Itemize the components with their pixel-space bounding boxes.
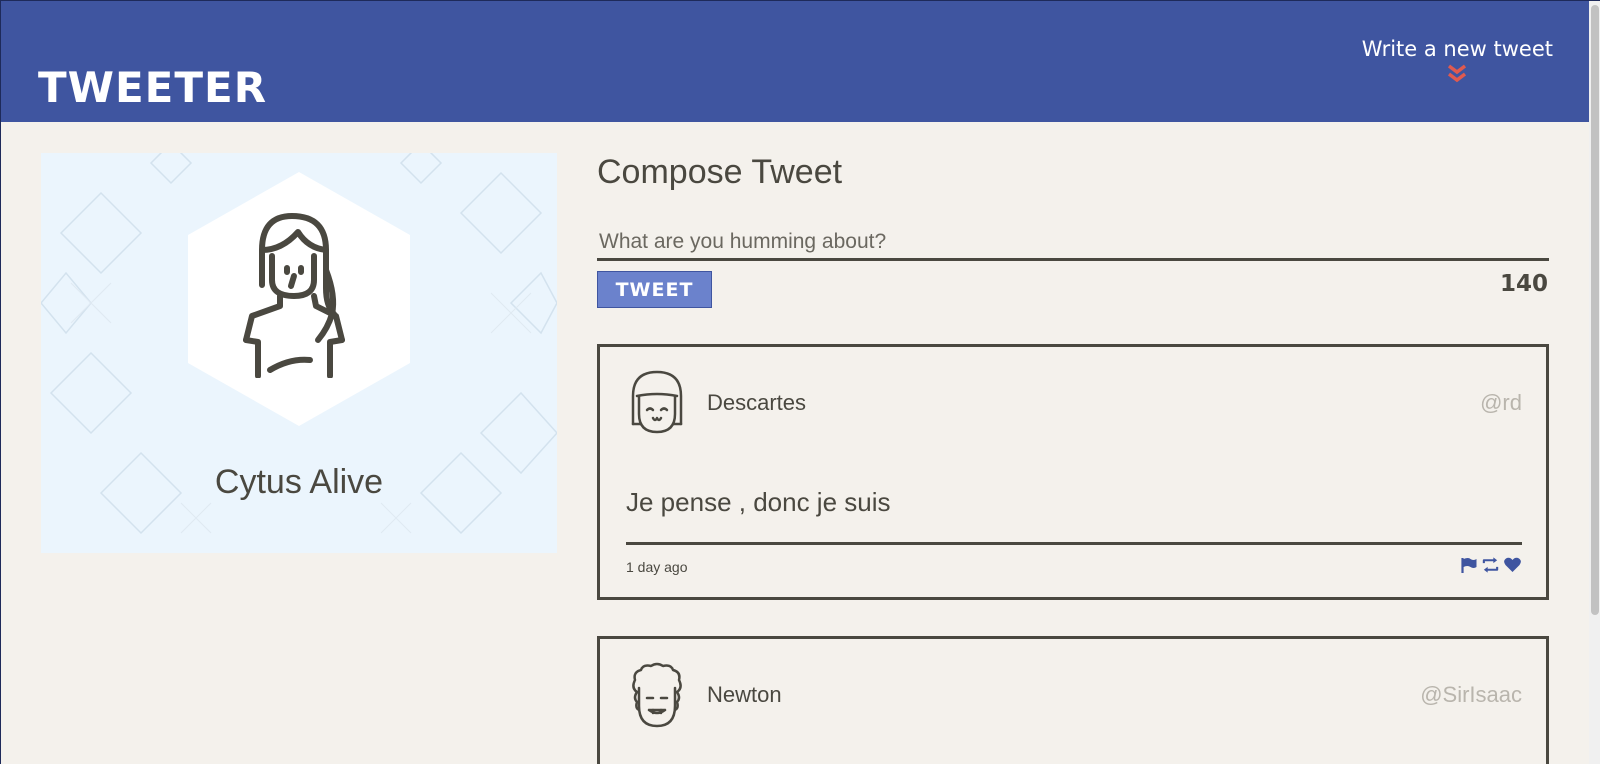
flag-icon[interactable] <box>1459 556 1478 574</box>
tweet-author-name[interactable]: Newton <box>707 682 782 708</box>
profile-name: Cytus Alive <box>214 463 384 501</box>
vertical-scrollbar[interactable] <box>1589 1 1600 764</box>
tweet-avatar <box>632 662 682 728</box>
retweet-icon[interactable] <box>1481 556 1500 574</box>
scrollbar-thumb[interactable] <box>1591 5 1599 615</box>
tweet-card: Descartes @rd Je pense , donc je suis 1 … <box>597 344 1549 600</box>
profile-card: Cytus Alive <box>41 153 557 553</box>
tweet-timestamp: 1 day ago <box>626 559 688 575</box>
tweet-author-name[interactable]: Descartes <box>707 390 806 416</box>
write-new-tweet-label: Write a new tweet <box>1362 37 1553 61</box>
user-avatar-large <box>243 213 345 378</box>
heart-icon[interactable] <box>1503 556 1522 574</box>
tweet-text-input[interactable] <box>597 225 1549 261</box>
chevron-double-down-icon[interactable] <box>1445 63 1469 85</box>
tweet-actions <box>1459 556 1522 574</box>
write-new-tweet-link[interactable]: Write a new tweet <box>1362 37 1553 85</box>
write-label-strong: Write <box>1361 37 1418 61</box>
tweet-avatar <box>631 370 683 434</box>
tweet-author-handle[interactable]: @SirIsaac <box>1420 682 1522 708</box>
app-logo[interactable]: TWEETER <box>38 67 267 109</box>
character-counter: 140 <box>1499 271 1548 297</box>
browser-viewport: TWEETER Write a new tweet Cytus Alive Co… <box>0 0 1600 764</box>
compose-title: Compose Tweet <box>597 153 843 191</box>
write-label-rest: a new tweet <box>1417 37 1553 61</box>
tweet-card: Newton @SirIsaac <box>597 636 1549 764</box>
tweet-divider <box>626 542 1522 545</box>
navbar: TWEETER Write a new tweet <box>1 1 1589 122</box>
tweet-body: Je pense , donc je suis <box>626 487 891 517</box>
tweet-author-handle[interactable]: @rd <box>1480 390 1522 416</box>
tweet-submit-button[interactable]: TWEET <box>597 271 712 308</box>
